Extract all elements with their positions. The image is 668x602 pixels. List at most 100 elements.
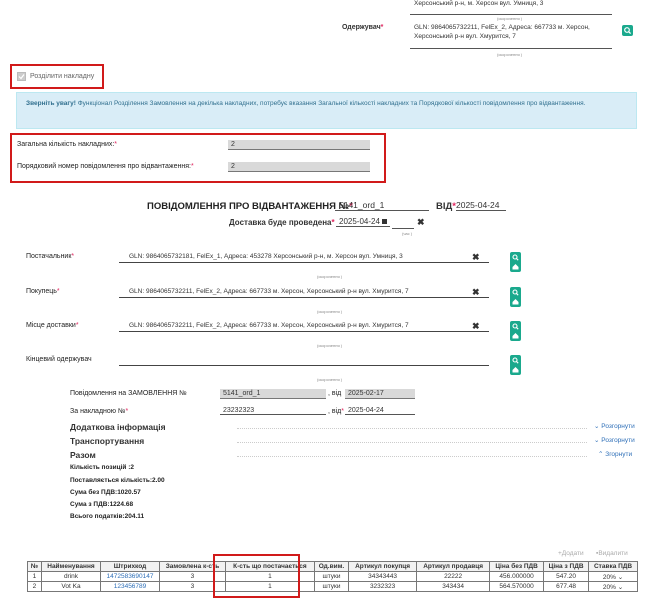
search-icon [624,27,632,35]
top-caption-2: (скорочення ) [497,52,523,57]
cell-barcode-link[interactable]: 123456789 [100,581,160,592]
order-date-input[interactable]: 2025-02-17 [345,389,415,399]
alert-text: Функціонал Розділення Замовлення на декі… [77,100,586,107]
invoice-number-input[interactable]: 23232323 [220,407,326,415]
order-label: Повідомлення на ЗАМОВЛЕННЯ № [70,390,187,397]
split-label: Розділити накладну [30,73,95,80]
alert-bold: Зверніть увагу! [26,100,76,107]
table-row[interactable]: 1 drink 1472583690147 3 1 штуки 34343443… [27,571,638,582]
invoice-label: За накладною №* [70,408,129,415]
cell-price-vat: 677.48 [542,581,590,592]
expand-additional-link[interactable]: ⌄ Розгорнути [594,422,635,430]
cell-seller-article: 22222 [415,571,491,582]
summary-taxes: Всього податків:204.11 [70,513,145,520]
clear-supplier-icon[interactable]: ✖ [472,252,480,263]
party-caption-3: (скорочення ) [317,343,343,348]
total-invoices-label: Загальна кількість накладних:* [17,141,118,148]
chevron-down-icon: ⌄ [594,423,600,430]
summary-positions: Кількість позицій :2 [70,464,134,471]
party-label-buyer: Покупець* [26,288,60,295]
receiver-search-button[interactable] [622,25,633,36]
receiver-value: GLN: 9864065732211, FelEx_2, Адреса: 667… [414,24,590,40]
party-final-value[interactable] [119,354,489,366]
items-table: № Найменування Штрихкод Замовлена к-сть … [27,561,638,592]
buyer-actions-button[interactable] [510,287,521,307]
col-num: № [27,561,42,572]
chevron-down-icon: ⌄ [617,573,624,581]
party-buyer-value: GLN: 9864065732211, FelEx_2, Адреса: 667… [119,286,489,298]
cell-num: 1 [27,571,42,582]
clear-delivery-place-icon[interactable]: ✖ [472,321,480,332]
cell-seller-article: 343434 [415,581,491,592]
delivery-actions-button[interactable] [510,321,521,341]
col-vat-rate: Ставка ПДВ [588,561,638,572]
document-title: ПОВІДОМЛЕННЯ ПРО ВІДВАНТАЖЕННЯ №* [147,201,353,212]
col-price-vat: Ціна з ПДВ [542,561,590,572]
summary-delivered: Поставляється кількість:2.00 [70,477,165,484]
party-label-final: Кінцевий одержувач [26,356,92,363]
total-invoices-input[interactable]: 2 [228,140,370,150]
final-actions-button[interactable] [510,355,521,375]
party-caption-1: (скорочення ) [317,274,343,279]
invoice-date-input[interactable]: 2025-04-24 [345,407,415,415]
section-total-line [237,456,587,457]
chevron-down-icon: ⌄ [594,437,600,444]
cell-num: 2 [27,581,42,592]
invoice-from-label: , від* [328,408,344,415]
cell-vat-rate-select[interactable]: 20% ⌄ [588,571,638,582]
alert-box: Зверніть увагу! Функціонал Розділення За… [16,92,637,129]
order-number-input[interactable]: 5141_ord_1 [220,389,326,399]
delivery-time-input[interactable] [392,228,414,229]
collapse-total-link[interactable]: ⌃ Згорнути [598,450,632,458]
party-label-delivery: Місце доставки* [26,322,79,329]
section-transport[interactable]: Транспортування [70,436,144,446]
expand-transport-link[interactable]: ⌄ Розгорнути [594,436,635,444]
section-total[interactable]: Разом [70,450,96,460]
clear-buyer-icon[interactable]: ✖ [472,287,480,298]
document-number-input[interactable]: 5141_ord_1 [335,200,429,211]
top-caption-1: (скорочення ) [497,16,523,21]
search-home-icon [512,323,519,339]
chevron-up-icon: ⌃ [598,451,604,458]
calendar-icon[interactable] [382,219,387,224]
document-date-input[interactable]: 2025-04-24 [456,200,506,211]
cell-price-vat: 547.20 [542,571,590,582]
party-delivery-value: GLN: 9864065732211, FelEx_2, Адреса: 667… [119,320,489,332]
delivered-column-highlight [213,554,300,598]
cell-price-no-vat: 456.000000 [489,571,544,582]
party-caption-2: (скорочення ) [317,309,343,314]
col-barcode: Штрихкод [100,561,160,572]
col-name: Найменування [40,561,102,572]
receiver-label: Одержувач* [342,24,384,31]
delivery-label: Доставка буде проведена* [229,218,335,227]
col-buyer-article: Артикул покупця [348,561,417,572]
top-supplier-underline [410,14,612,15]
clear-delivery-icon[interactable]: ✖ [417,217,425,228]
cell-buyer-article: 34343443 [348,571,417,582]
sequence-number-input[interactable]: 2 [228,162,370,172]
section-additional[interactable]: Додаткова інформація [70,422,166,432]
delete-row-button[interactable]: ▪Видалити [596,550,628,557]
supplier-actions-button[interactable] [510,252,521,272]
table-row[interactable]: 2 Vot Ka 123456789 3 1 штуки 3232323 343… [27,581,638,592]
cell-buyer-article: 3232323 [348,581,417,592]
cell-price-no-vat: 564.570000 [489,581,544,592]
order-from-label: , від [328,390,342,397]
cell-vat-rate-select[interactable]: 20% ⌄ [588,581,638,592]
summary-no-vat: Сума без ПДВ:1020.57 [70,489,141,496]
section-additional-line [237,428,587,429]
col-seller-article: Артикул продавця [415,561,491,572]
check-icon [18,74,25,80]
receiver-underline [410,48,612,49]
document-from-label: ВІД* [436,201,456,212]
sequence-number-label: Порядковий номер повідомлення про відван… [17,163,194,170]
cell-unit: штуки [313,571,350,582]
split-checkbox[interactable] [17,72,26,81]
delivery-time-caption: (час ) [402,231,413,236]
add-row-button[interactable]: +Додати [558,550,584,557]
cell-barcode-link[interactable]: 1472583690147 [100,571,160,582]
table-header-row: № Найменування Штрихкод Замовлена к-сть … [27,561,638,572]
summary-with-vat: Сума з ПДВ:1224.68 [70,501,134,508]
chevron-down-icon: ⌄ [617,583,624,591]
search-home-icon [512,357,519,373]
